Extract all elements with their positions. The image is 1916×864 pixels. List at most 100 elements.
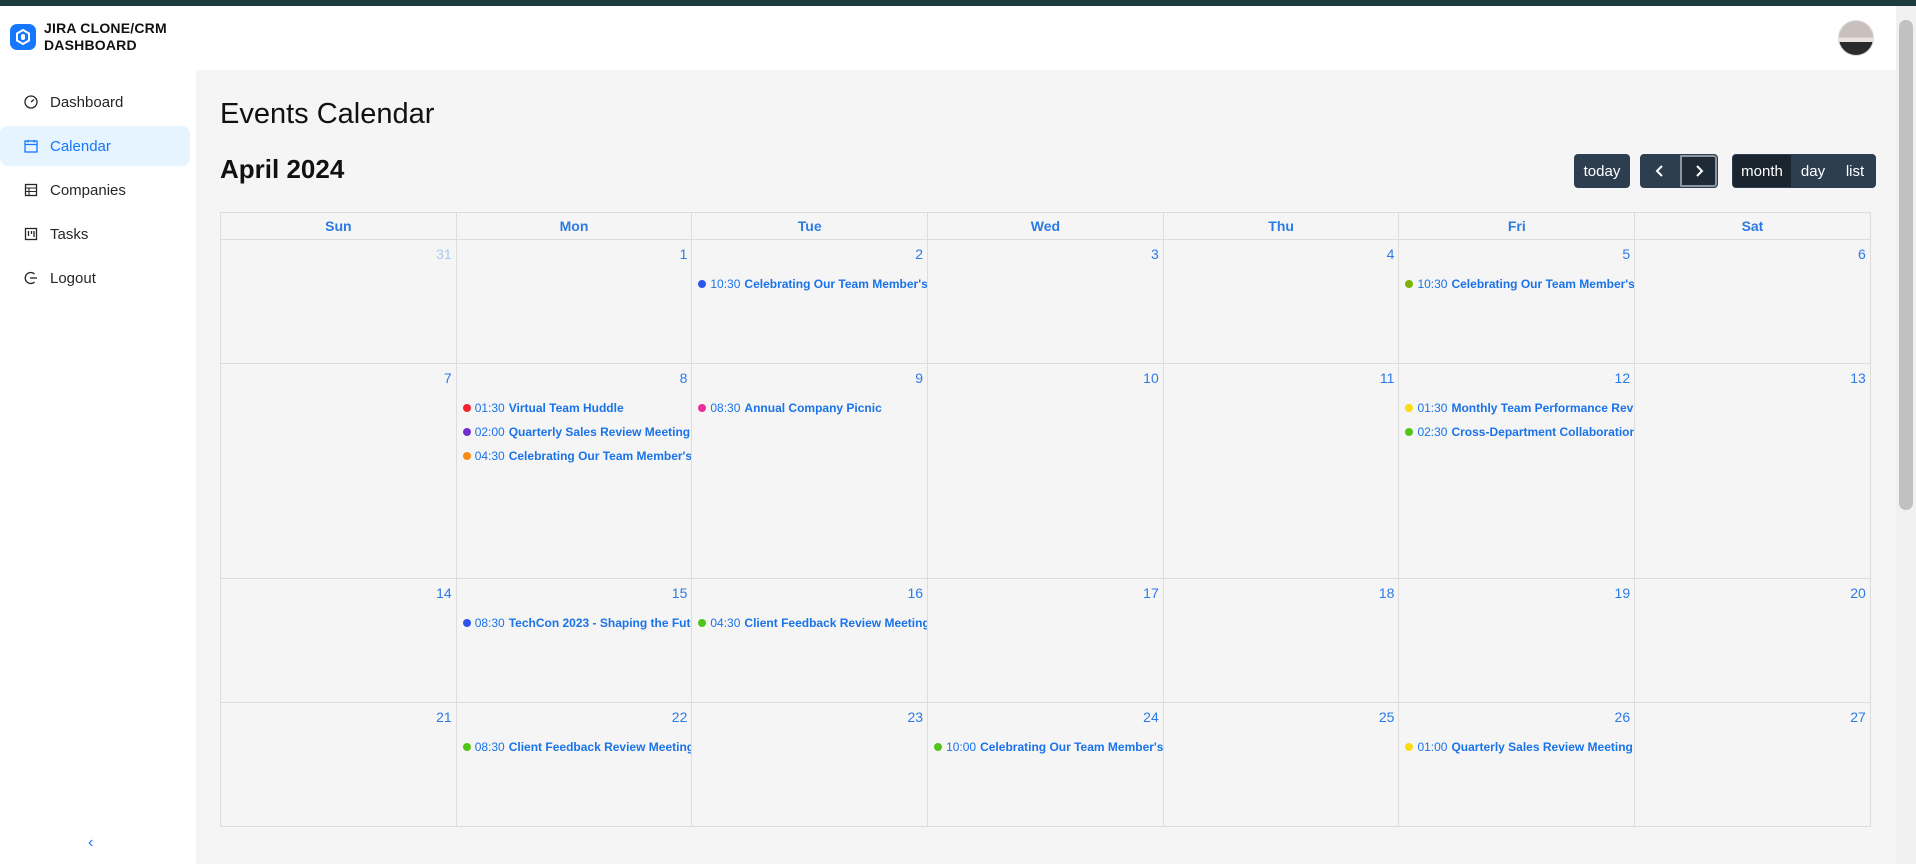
day-number[interactable]: 3: [1151, 246, 1159, 262]
day-number[interactable]: 31: [436, 246, 452, 262]
view-month-button[interactable]: month: [1732, 154, 1792, 188]
calendar-day-cell[interactable]: 5 10:30 Celebrating Our Team Member's: [1399, 240, 1636, 364]
app-header: JIRA CLONE/CRM DASHBOARD: [0, 6, 1896, 70]
day-number[interactable]: 11: [1380, 370, 1395, 386]
page-scrollbar[interactable]: [1896, 6, 1916, 864]
event-dot-icon: [462, 619, 471, 627]
calendar-event[interactable]: 01:00 Quarterly Sales Review Meeting: [1405, 737, 1634, 757]
calendar-day-cell[interactable]: 11: [1163, 364, 1400, 579]
calendar-day-cell[interactable]: 10: [928, 364, 1164, 579]
calendar-day-cell[interactable]: 20: [1635, 579, 1871, 703]
app-logo[interactable]: JIRA CLONE/CRM DASHBOARD: [10, 20, 184, 54]
event-time: 01:00: [1417, 740, 1448, 754]
sidebar-item-label: Dashboard: [50, 93, 124, 111]
calendar-event[interactable]: 01:30 Virtual Team Huddle: [462, 398, 692, 418]
collapse-sidebar-icon[interactable]: ‹: [88, 834, 93, 852]
day-number[interactable]: 18: [1379, 585, 1395, 601]
day-number[interactable]: 7: [444, 370, 452, 386]
calendar-day-cell[interactable]: 7: [221, 364, 457, 579]
calendar-event[interactable]: 04:30 Celebrating Our Team Member's: [462, 446, 691, 466]
today-button[interactable]: today: [1574, 154, 1630, 188]
view-day-button[interactable]: day: [1792, 154, 1834, 188]
calendar-event[interactable]: 10:30 Celebrating Our Team Member's: [1405, 274, 1634, 294]
calendar-event[interactable]: 04:30 Client Feedback Review Meeting: [698, 613, 927, 633]
event-title: Quarterly Sales Review Meeting: [1451, 740, 1633, 754]
event-time: 01:30: [1417, 401, 1448, 415]
day-number[interactable]: 9: [915, 370, 923, 386]
view-list-button[interactable]: list: [1834, 154, 1876, 188]
prev-month-button[interactable]: [1640, 154, 1679, 188]
event-dot-icon: [1405, 428, 1414, 436]
calendar-day-cell[interactable]: 4: [1163, 240, 1400, 364]
day-number[interactable]: 24: [1143, 709, 1159, 725]
calendar-day-cell[interactable]: 17: [928, 579, 1164, 703]
event-time: 08:30: [474, 616, 505, 630]
user-avatar[interactable]: [1838, 20, 1874, 56]
calendar-event[interactable]: 10:30 Celebrating Our Team Member's: [698, 274, 927, 294]
day-number[interactable]: 4: [1387, 246, 1395, 262]
calendar-day-cell[interactable]: 21: [221, 703, 457, 827]
event-title: TechCon 2023 - Shaping the Futu: [508, 616, 692, 630]
calendar-day-cell[interactable]: 6: [1635, 240, 1871, 364]
day-number[interactable]: 13: [1850, 370, 1866, 386]
day-number[interactable]: 26: [1615, 709, 1631, 725]
day-number[interactable]: 16: [907, 585, 923, 601]
sidebar-item-dashboard[interactable]: Dashboard: [0, 82, 190, 122]
sidebar-item-calendar[interactable]: Calendar: [0, 126, 190, 166]
day-number[interactable]: 2: [915, 246, 923, 262]
calendar-event[interactable]: 08:30 TechCon 2023 - Shaping the Futu: [462, 613, 692, 633]
calendar-day-cell[interactable]: 19: [1399, 579, 1636, 703]
calendar-day-cell[interactable]: 23: [692, 703, 929, 827]
calendar-day-cell[interactable]: 24 10:00 Celebrating Our Team Member's: [928, 703, 1164, 827]
calendar-day-cell[interactable]: 18: [1163, 579, 1400, 703]
day-number[interactable]: 8: [680, 370, 688, 386]
day-number[interactable]: 20: [1850, 585, 1866, 601]
calendar-day-cell[interactable]: 2 10:30 Celebrating Our Team Member's: [692, 240, 929, 364]
calendar-day-cell[interactable]: 27: [1635, 703, 1871, 827]
day-number[interactable]: 14: [436, 585, 452, 601]
calendar-day-cell[interactable]: 26 01:00 Quarterly Sales Review Meeting: [1399, 703, 1636, 827]
calendar-week-row: 7 8 01:30 Virtual Team Huddle 02:00 Quarterly…: [221, 364, 1871, 579]
day-number[interactable]: 19: [1615, 585, 1631, 601]
calendar-event[interactable]: 10:00 Celebrating Our Team Member's: [934, 737, 1163, 757]
calendar-event[interactable]: 02:30 Cross-Department Collaboration: [1405, 422, 1634, 442]
calendar-event[interactable]: 08:30 Annual Company Picnic: [698, 398, 927, 418]
day-number[interactable]: 1: [680, 246, 688, 262]
day-number[interactable]: 23: [907, 709, 923, 725]
calendar-event[interactable]: 01:30 Monthly Team Performance Revi: [1405, 398, 1634, 418]
sidebar-item-logout[interactable]: Logout: [0, 258, 190, 298]
calendar-day-cell[interactable]: 25: [1163, 703, 1400, 827]
event-time: 10:30: [1417, 277, 1448, 291]
event-dot-icon: [462, 452, 471, 460]
calendar-day-cell[interactable]: 8 01:30 Virtual Team Huddle 02:00 Quarterly …: [456, 364, 693, 579]
calendar-day-cell[interactable]: 16 04:30 Client Feedback Review Meeting: [692, 579, 929, 703]
scrollbar-thumb[interactable]: [1899, 20, 1913, 510]
day-number[interactable]: 27: [1850, 709, 1866, 725]
day-number[interactable]: 22: [672, 709, 688, 725]
day-number[interactable]: 17: [1143, 585, 1159, 601]
day-number[interactable]: 10: [1143, 370, 1159, 386]
day-number[interactable]: 6: [1858, 246, 1866, 262]
calendar-day-cell[interactable]: 15 08:30 TechCon 2023 - Shaping the Futu: [456, 579, 693, 703]
calendar-day-cell[interactable]: 31: [221, 240, 457, 364]
calendar-day-cell[interactable]: 3: [928, 240, 1164, 364]
day-number[interactable]: 15: [672, 585, 688, 601]
sidebar-item-companies[interactable]: Companies: [0, 170, 190, 210]
sidebar-item-tasks[interactable]: Tasks: [0, 214, 190, 254]
calendar-day-cell[interactable]: 14: [221, 579, 457, 703]
calendar-day-cell[interactable]: 22 08:30 Client Feedback Review Meeting: [456, 703, 693, 827]
calendar-day-cell[interactable]: 9 08:30 Annual Company Picnic: [692, 364, 929, 579]
day-number[interactable]: 5: [1622, 246, 1630, 262]
page-title: Events Calendar: [220, 98, 435, 130]
calendar-event[interactable]: 02:00 Quarterly Sales Review Meeting: [462, 422, 692, 442]
day-number[interactable]: 21: [436, 709, 452, 725]
day-number[interactable]: 12: [1615, 370, 1631, 386]
calendar-event[interactable]: 08:30 Client Feedback Review Meeting: [462, 737, 691, 757]
calendar-day-cell[interactable]: 13: [1635, 364, 1871, 579]
day-number[interactable]: 25: [1379, 709, 1395, 725]
calendar-day-cell[interactable]: 12 01:30 Monthly Team Performance Revi 02:3…: [1399, 364, 1636, 579]
next-month-button[interactable]: [1679, 154, 1718, 188]
building-icon: [24, 183, 38, 197]
calendar-day-cell[interactable]: 1: [456, 240, 693, 364]
event-time: 02:30: [1417, 425, 1448, 439]
